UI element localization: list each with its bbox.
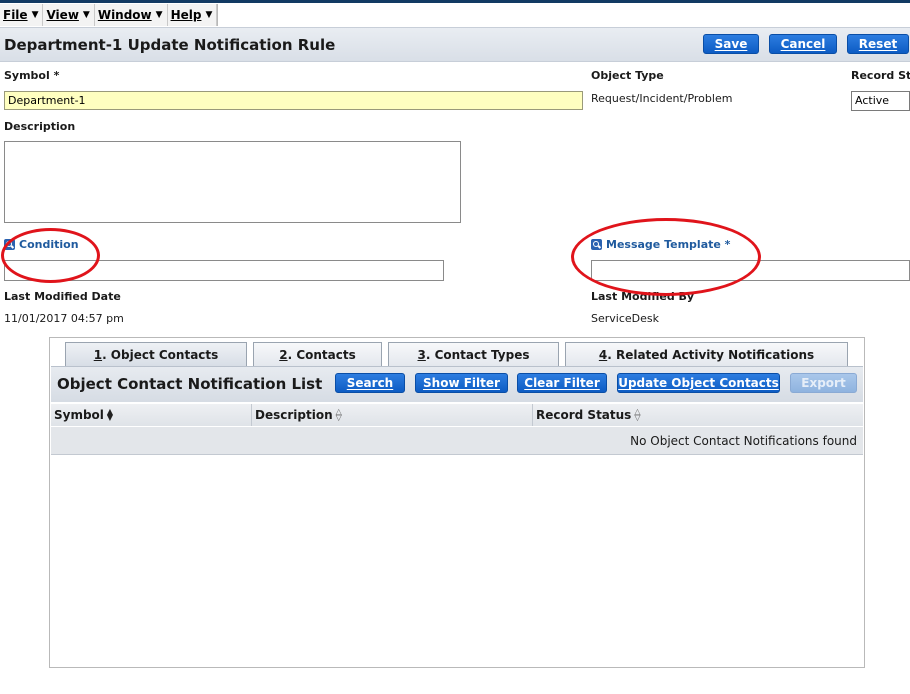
description-label: Description [4, 120, 76, 133]
symbol-label: Symbol * [4, 69, 60, 82]
caret-down-icon: ▼ [31, 10, 39, 20]
save-button[interactable]: Save [703, 34, 759, 54]
tab-object-contacts-label: . Object Contacts [102, 347, 219, 362]
tab-object-contacts-num: 1 [93, 347, 103, 362]
empty-list-message: No Object Contact Notifications found [630, 433, 857, 448]
show-filter-button[interactable]: Show Filter [415, 373, 508, 393]
tab-contact-types-num: 3 [417, 347, 426, 362]
tab-related-activity-notifications-num: 4 [598, 347, 608, 362]
column-header-record-status[interactable]: Record Status △ ▽ [533, 404, 863, 426]
cancel-button[interactable]: Cancel [769, 34, 837, 54]
top-border [0, 0, 910, 3]
last-modified-by-value: ServiceDesk [591, 312, 659, 325]
annotation-ellipse-message-template [571, 218, 761, 296]
empty-list-row: No Object Contact Notifications found [51, 427, 863, 455]
column-header-description[interactable]: Description △ ▽ [252, 404, 533, 426]
menu-file[interactable]: File ▼ [0, 4, 44, 26]
object-type-value: Request/Incident/Problem [591, 92, 733, 105]
sort-icon: ▲ ▼ [106, 407, 114, 422]
column-header-symbol[interactable]: Symbol ▲ ▼ [51, 404, 252, 426]
tab-contacts[interactable]: 2. Contacts [253, 342, 382, 366]
menu-window[interactable]: Window ▼ [95, 4, 168, 26]
caret-down-icon: ▼ [155, 10, 163, 20]
menu-view[interactable]: View ▼ [43, 4, 95, 26]
menu-file-label: File [3, 8, 28, 22]
sort-icon: △ ▽ [335, 407, 342, 422]
object-type-label: Object Type [591, 69, 664, 82]
clear-filter-button[interactable]: Clear Filter [517, 373, 607, 393]
list-title: Object Contact Notification List [57, 375, 323, 393]
annotation-ellipse-condition [1, 228, 100, 283]
export-button: Export [790, 373, 857, 393]
last-modified-date-value: 11/01/2017 04:57 pm [4, 312, 124, 325]
caret-down-icon: ▼ [205, 10, 213, 20]
tab-contact-types[interactable]: 3. Contact Types [388, 342, 559, 366]
caret-down-icon: ▼ [82, 10, 90, 20]
last-modified-date-label: Last Modified Date [4, 290, 121, 303]
menu-bar: File ▼ View ▼ Window ▼ Help ▼ [0, 4, 219, 26]
update-object-contacts-button[interactable]: Update Object Contacts [617, 373, 780, 393]
symbol-input[interactable]: Department-1 [4, 91, 583, 110]
page-title: Department-1 Update Notification Rule [4, 36, 336, 54]
menu-help[interactable]: Help ▼ [168, 4, 218, 26]
search-button[interactable]: Search [335, 373, 405, 393]
menu-window-label: Window [97, 8, 152, 22]
sort-icon: △ ▽ [634, 407, 641, 422]
menu-help-label: Help [170, 8, 202, 22]
description-textarea[interactable] [4, 141, 461, 223]
tab-related-activity-notifications-label: . Related Activity Notifications [607, 347, 815, 362]
record-status-label: Record St [851, 69, 910, 82]
tab-related-activity-notifications[interactable]: 4. Related Activity Notifications [565, 342, 848, 366]
tab-contacts-num: 2 [279, 347, 288, 362]
column-record-status-label: Record Status [536, 408, 632, 422]
column-description-label: Description [255, 408, 333, 422]
tab-object-contacts[interactable]: 1. Object Contacts [65, 342, 247, 366]
menu-view-label: View [46, 8, 79, 22]
tab-contact-types-label: . Contact Types [425, 347, 530, 362]
tab-contacts-label: . Contacts [287, 347, 356, 362]
reset-button[interactable]: Reset [847, 34, 909, 54]
column-symbol-label: Symbol [54, 408, 104, 422]
record-status-select[interactable]: Active [851, 91, 910, 111]
